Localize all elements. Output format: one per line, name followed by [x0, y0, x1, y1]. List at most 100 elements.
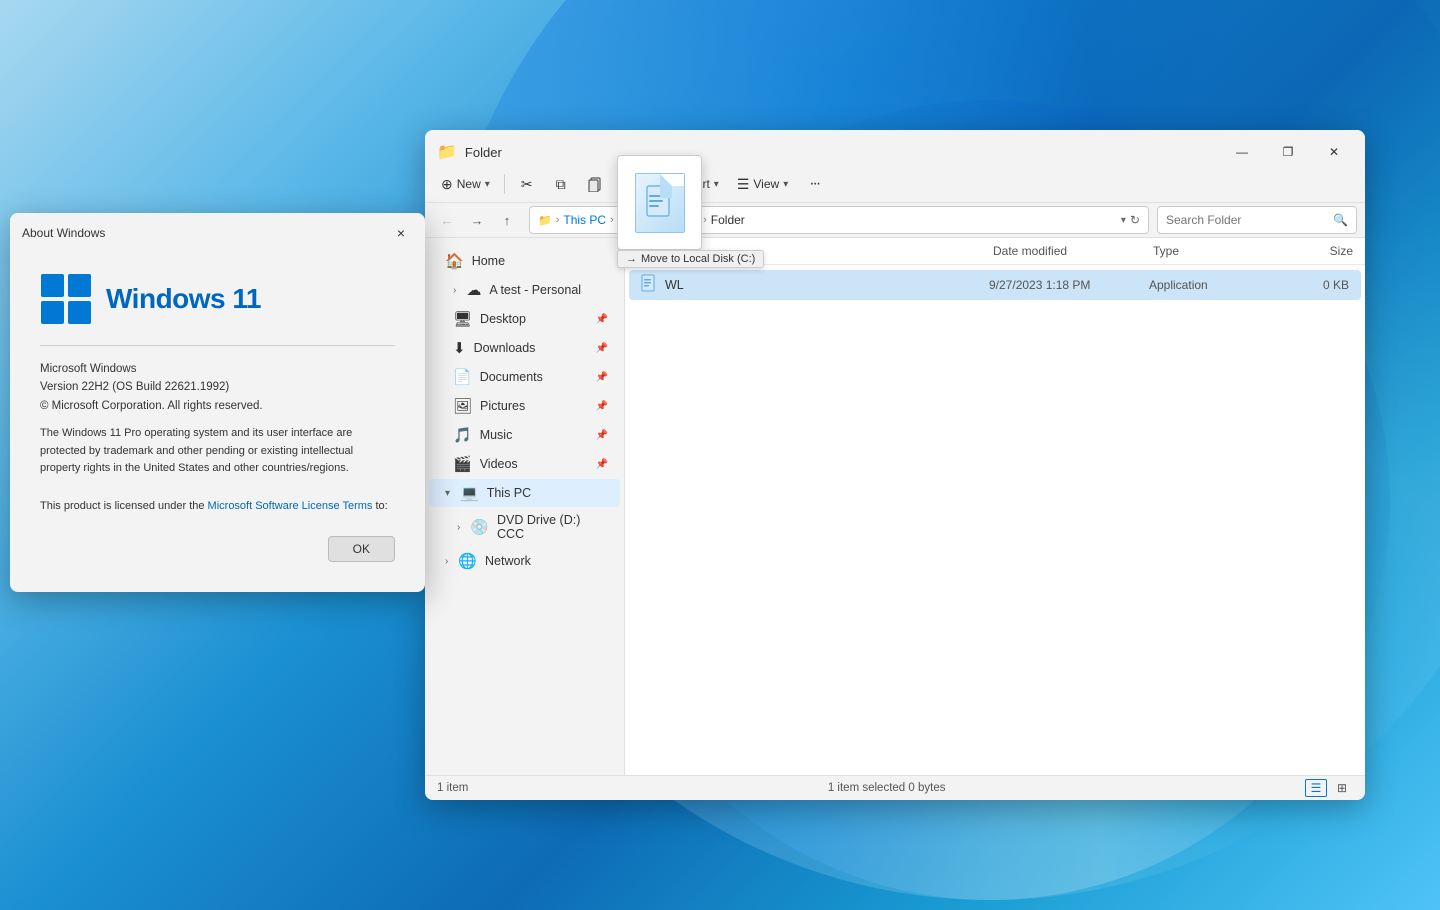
file-name: WL: [665, 278, 989, 292]
sidebar-item-pictures[interactable]: 🖼 Pictures 📌: [429, 392, 620, 420]
move-arrow-icon: →: [626, 253, 637, 265]
minimize-button[interactable]: —: [1219, 138, 1265, 166]
list-view-button[interactable]: ☰: [1305, 779, 1327, 797]
view-icon: ☰: [737, 176, 750, 193]
about-description: The Windows 11 Pro operating system and …: [40, 425, 395, 478]
thispc-chevron-icon: ▾: [445, 488, 450, 499]
atest-chevron-icon: ›: [453, 285, 456, 296]
explorer-title-text: Folder: [465, 145, 502, 160]
thispc-icon: 💻: [460, 484, 479, 502]
sidebar-item-network[interactable]: › 🌐 Network: [429, 547, 620, 575]
copy-button[interactable]: ⧉: [545, 170, 577, 198]
windows-logo-icon: [40, 273, 92, 325]
status-item-count: 1 item: [437, 782, 468, 794]
explorer-window: 📁 Folder — ❐ ✕ ⊕ New ▾ ✂ ⧉: [425, 130, 1365, 800]
sidebar-item-thispc[interactable]: ▾ 💻 This PC: [429, 479, 620, 507]
atest-cloud-icon: ☁: [466, 281, 481, 299]
cut-button[interactable]: ✂: [511, 170, 543, 198]
breadcrumb-folder: Folder: [711, 213, 745, 227]
sidebar-item-atest[interactable]: › ☁ A test - Personal: [429, 276, 620, 304]
music-pin-icon: 📌: [596, 430, 608, 441]
dvd-chevron-icon: ›: [457, 522, 460, 533]
sidebar-item-downloads[interactable]: ⬇ Downloads 📌: [429, 334, 620, 362]
pictures-icon: 🖼: [453, 397, 472, 415]
license-link[interactable]: Microsoft Software License Terms: [208, 500, 373, 512]
windows-version-title: Windows 11: [106, 283, 261, 315]
downloads-pin-icon: 📌: [596, 343, 608, 354]
about-license: This product is licensed under the Micro…: [40, 498, 395, 516]
sidebar-item-music[interactable]: 🎵 Music 📌: [429, 421, 620, 449]
downloads-icon: ⬇: [453, 339, 466, 357]
move-tooltip: → Move to Local Disk (C:): [617, 250, 764, 268]
explorer-toolbar: ⊕ New ▾ ✂ ⧉ 🗑 ↕ Sort ▾ ☰: [425, 166, 1365, 203]
music-icon: 🎵: [453, 426, 472, 444]
desktop-pin-icon: 📌: [596, 314, 608, 325]
desktop-icon: 🖥: [453, 310, 472, 328]
sort-chevron-icon: ▾: [714, 179, 719, 190]
search-input[interactable]: [1166, 213, 1327, 227]
drag-file-icon: [635, 173, 685, 233]
search-icon: 🔍: [1333, 213, 1348, 227]
about-title: About Windows: [22, 226, 105, 240]
grid-view-button[interactable]: ⊞: [1331, 779, 1353, 797]
network-icon: 🌐: [458, 552, 477, 570]
about-titlebar: About Windows ×: [10, 213, 425, 253]
more-button[interactable]: ···: [798, 170, 830, 198]
sidebar-item-videos[interactable]: 🎬 Videos 📌: [429, 450, 620, 478]
new-button[interactable]: ⊕ New ▾: [433, 172, 498, 197]
toolbar-separator-1: [504, 174, 505, 194]
drag-preview: [617, 155, 702, 250]
folder-title-icon: 📁: [437, 142, 457, 162]
file-size: 0 KB: [1269, 278, 1349, 292]
explorer-title-left: 📁 Folder: [437, 142, 502, 162]
explorer-body: 🏠 Home › ☁ A test - Personal 🖥 Desktop 📌: [425, 238, 1365, 775]
breadcrumb-sep-1: ›: [556, 214, 560, 226]
sidebar-item-home[interactable]: 🏠 Home: [429, 247, 620, 275]
forward-button[interactable]: →: [463, 207, 491, 233]
search-box: 🔍: [1157, 206, 1357, 234]
explorer-statusbar: 1 item 1 item selected 0 bytes ☰ ⊞: [425, 775, 1365, 800]
new-icon: ⊕: [441, 176, 453, 193]
explorer-main: Name Date modified Type Size: [625, 238, 1365, 775]
view-chevron-icon: ▾: [783, 179, 788, 190]
about-divider: [40, 345, 395, 346]
breadcrumb-refresh-icon[interactable]: ↻: [1130, 213, 1140, 227]
network-chevron-icon: ›: [445, 556, 448, 567]
close-button[interactable]: ✕: [1311, 138, 1357, 166]
breadcrumb-dropdown-icon[interactable]: ▾: [1121, 215, 1126, 226]
sidebar-item-dvd[interactable]: › 💿 DVD Drive (D:) CCC: [429, 508, 620, 546]
breadcrumb-thispc[interactable]: This PC: [563, 213, 606, 227]
window-controls: — ❐ ✕: [1219, 138, 1357, 166]
col-size[interactable]: Size: [1273, 244, 1353, 258]
file-type: Application: [1149, 278, 1269, 292]
file-list-body: WL 9/27/2023 1:18 PM Application 0 KB: [625, 265, 1365, 775]
view-button[interactable]: ☰ View ▾: [729, 172, 796, 197]
table-row[interactable]: WL 9/27/2023 1:18 PM Application 0 KB: [629, 270, 1361, 300]
statusbar-view-controls: ☰ ⊞: [1305, 779, 1353, 797]
videos-pin-icon: 📌: [596, 459, 608, 470]
about-logo-row: Windows 11: [40, 273, 395, 325]
about-windows-dialog: About Windows × Windows 11 Microsoft Win…: [10, 213, 425, 592]
videos-icon: 🎬: [453, 455, 472, 473]
home-icon: 🏠: [445, 252, 464, 270]
explorer-navbar: ← → ↑ 📁 › This PC › WindowsLatest › Fold…: [425, 203, 1365, 238]
back-button[interactable]: ←: [433, 207, 461, 233]
sidebar-item-documents[interactable]: 📄 Documents 📌: [429, 363, 620, 391]
paste-button[interactable]: [579, 170, 611, 198]
sidebar-item-desktop[interactable]: 🖥 Desktop 📌: [429, 305, 620, 333]
documents-icon: 📄: [453, 368, 472, 386]
explorer-sidebar: 🏠 Home › ☁ A test - Personal 🖥 Desktop 📌: [425, 238, 625, 775]
breadcrumb-sep-2: ›: [610, 214, 614, 226]
about-content: Windows 11 Microsoft Windows Version 22H…: [10, 253, 425, 592]
col-type[interactable]: Type: [1153, 244, 1273, 258]
breadcrumb-sep-3: ›: [703, 214, 707, 226]
about-ok-button[interactable]: OK: [328, 536, 395, 562]
up-button[interactable]: ↑: [493, 207, 521, 233]
status-selected-info: 1 item selected 0 bytes: [828, 782, 946, 794]
explorer-titlebar: 📁 Folder — ❐ ✕: [425, 130, 1365, 166]
windows-label: Windows: [106, 283, 225, 314]
pictures-pin-icon: 📌: [596, 401, 608, 412]
about-close-button[interactable]: ×: [389, 221, 413, 245]
col-date[interactable]: Date modified: [993, 244, 1153, 258]
maximize-button[interactable]: ❐: [1265, 138, 1311, 166]
